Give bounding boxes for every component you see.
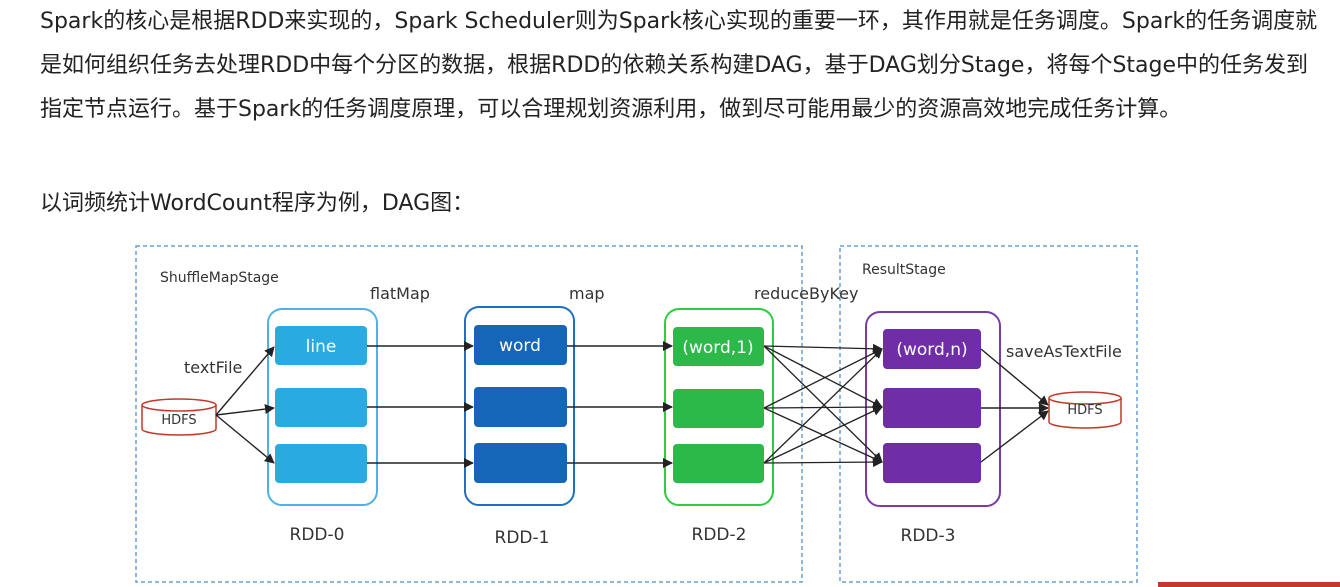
arrows-save [980,348,1049,463]
accent-bar [1158,582,1340,587]
rdd2-label: RDD-2 [692,525,747,545]
rdd2-partition [673,444,764,483]
op-reducebykey-label: reduceByKey [754,284,858,303]
rdd1-partition [474,443,567,483]
rdd2-partition [673,389,764,428]
rdd3-label: RDD-3 [901,526,956,546]
svg-text:HDFS: HDFS [1067,403,1102,418]
rdd0-label: RDD-0 [290,525,345,545]
rdd0-partition [275,444,367,483]
rdd3-partition [883,388,981,428]
op-flatmap-label: flatMap [370,284,430,303]
rdd0-partition-label: line [306,337,337,357]
op-map-label: map [569,284,605,303]
rdd2-partition-label: (word,1) [682,338,753,358]
rdd0-partition [275,388,367,427]
dag-diagram: ShuffleMapStage ResultStage textFile fla… [135,245,1138,583]
rdd1-label: RDD-1 [495,528,550,548]
rdd1-partition [474,387,567,427]
hdfs-input-cylinder: HDFS [141,398,217,436]
rdd3-partition-label: (word,n) [896,340,967,360]
svg-text:HDFS: HDFS [161,413,196,428]
stage-label-result: ResultStage [862,262,946,278]
arrows-reducebykey [763,343,883,468]
stage-label-shuffle: ShuffleMapStage [160,270,279,286]
hdfs-output-cylinder: HDFS [1048,391,1122,429]
arrows-map [567,341,673,468]
rdd3-partition [883,443,981,483]
rdd1-partition-label: word [499,336,541,356]
op-textfile-label: textFile [184,358,242,377]
arrows-flatmap [367,341,474,468]
op-save-label: saveAsTextFile [1006,342,1122,361]
